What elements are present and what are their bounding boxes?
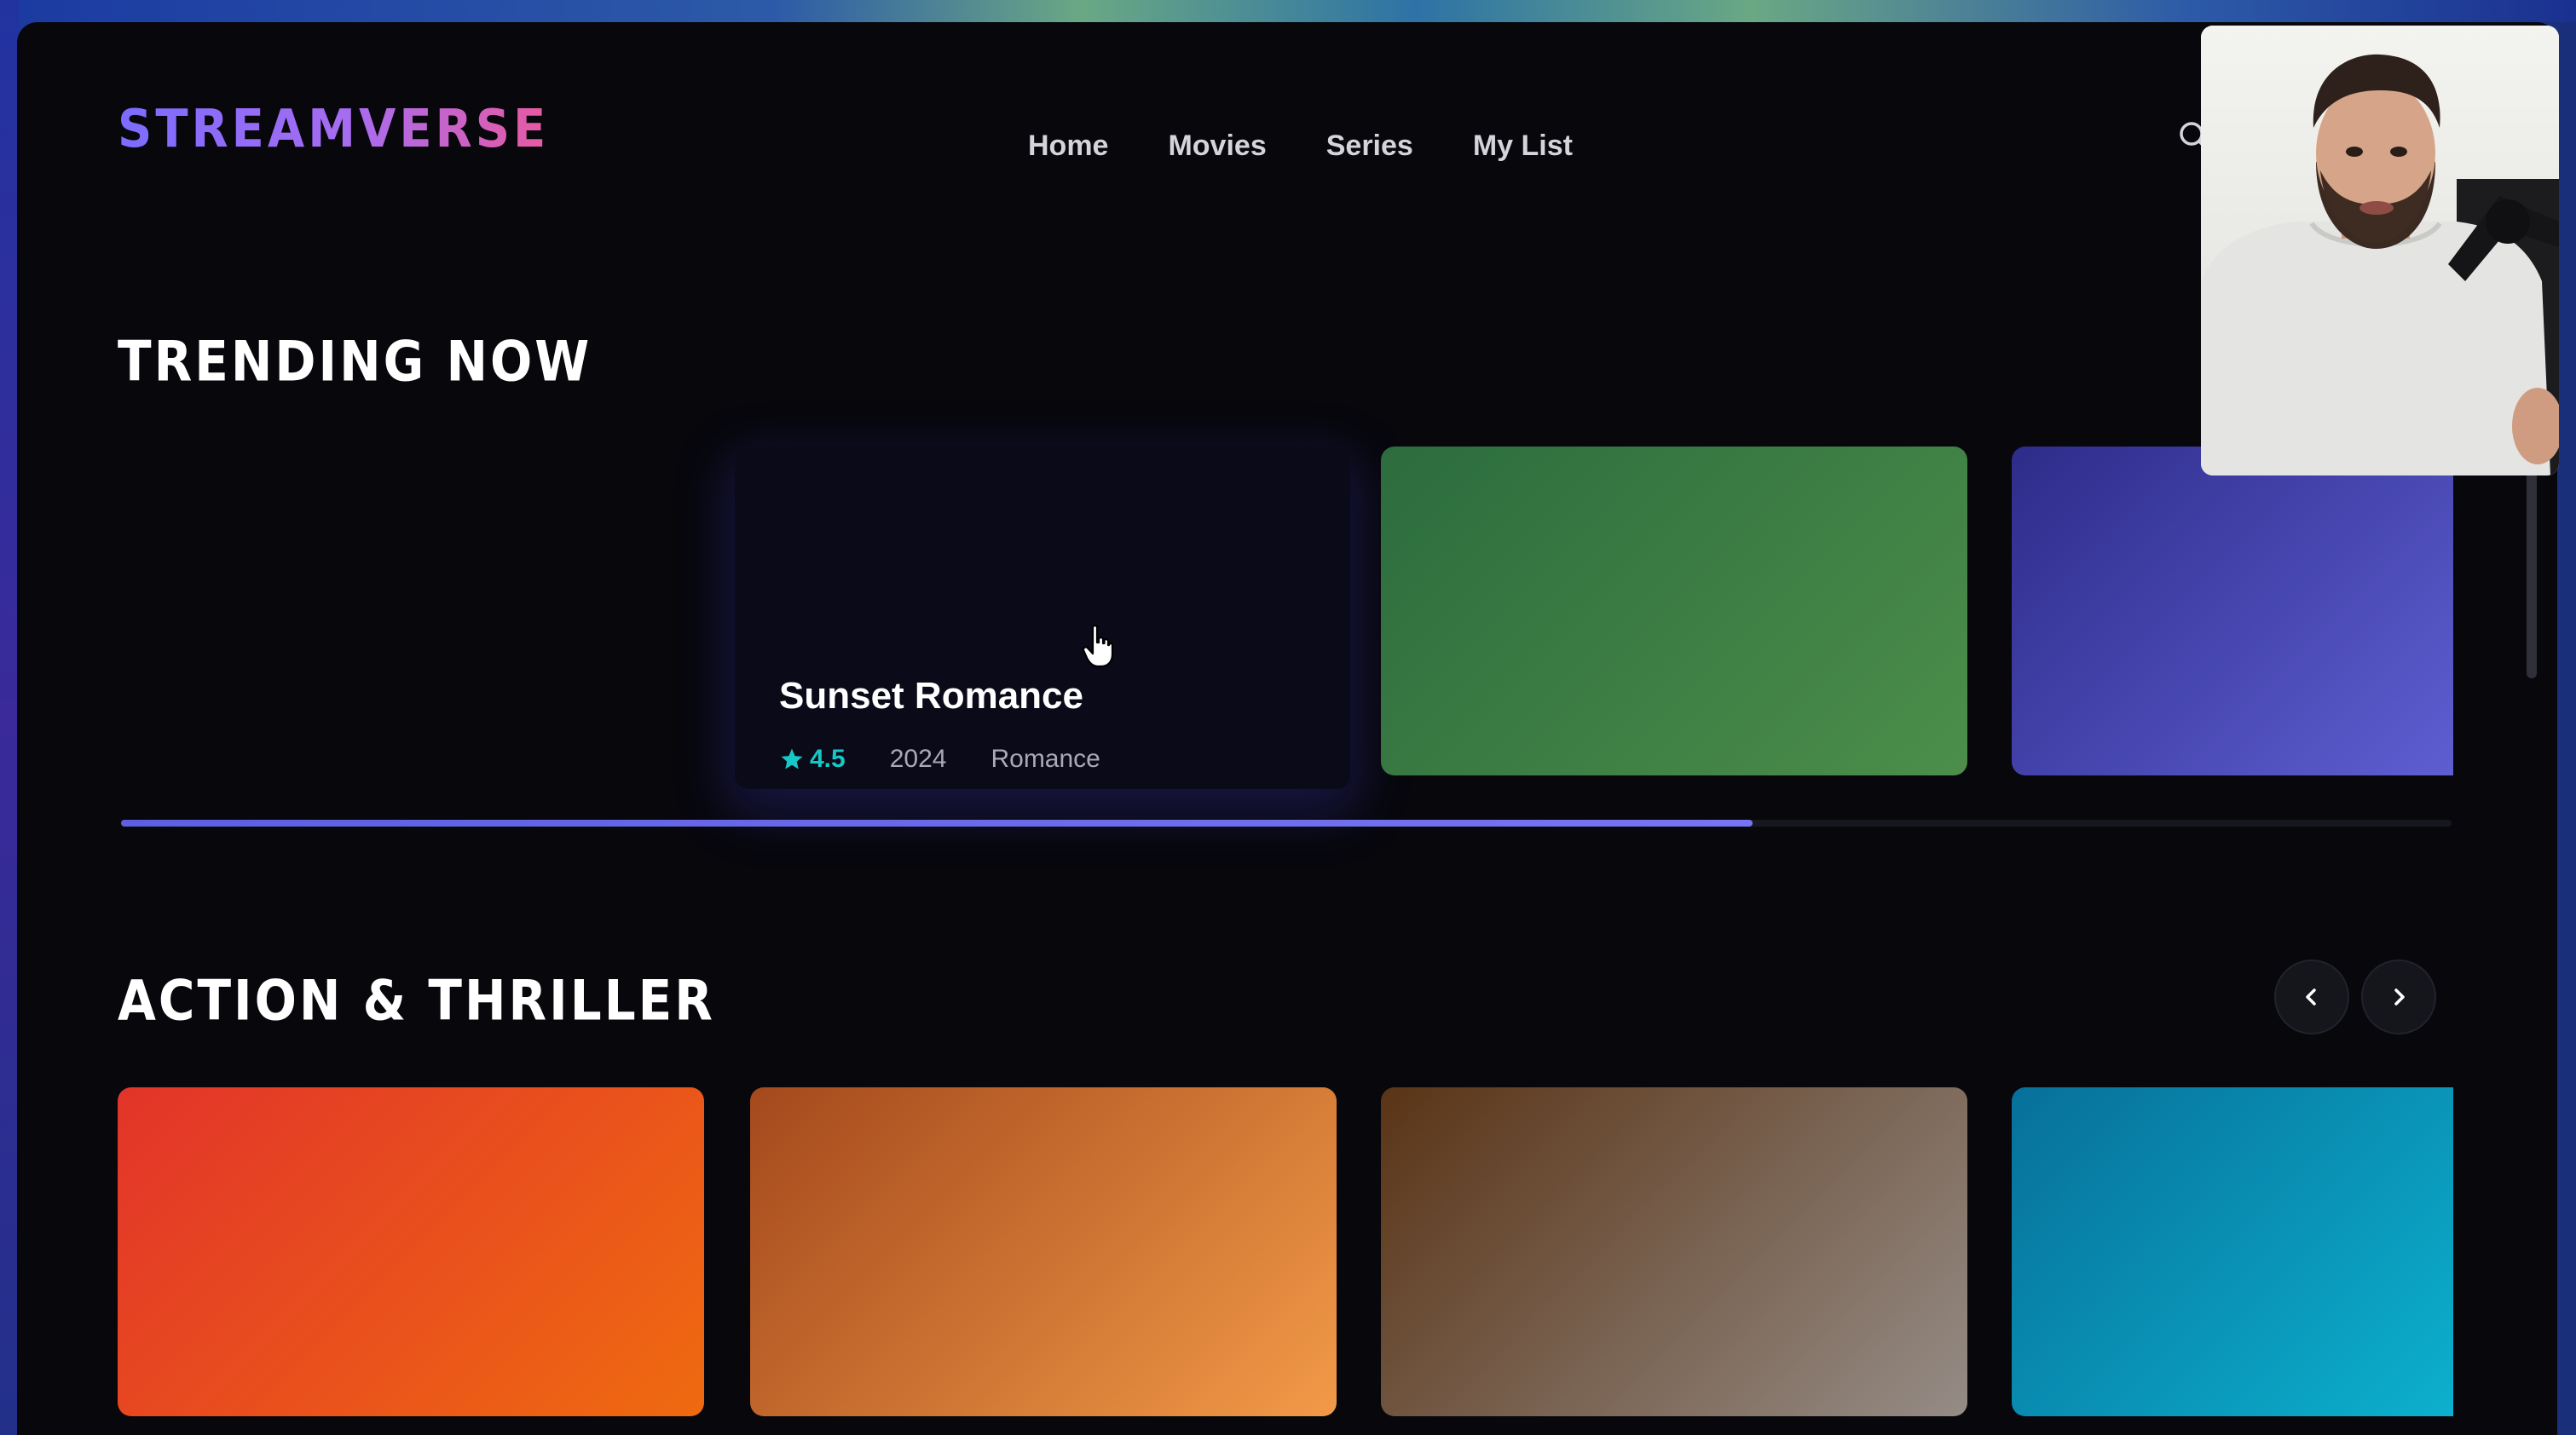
browser-window: STREAMVERSE Home Movies Series My List T…: [17, 22, 2557, 1435]
presenter-webcam-image: [2201, 26, 2559, 475]
featured-title: Sunset Romance: [779, 675, 1083, 717]
desktop-wallpaper-strip: [0, 0, 2576, 22]
desktop-background: STREAMVERSE Home Movies Series My List T…: [0, 0, 2576, 1435]
chevron-right-icon: [2394, 988, 2405, 1006]
nav-item-my-list[interactable]: My List: [1473, 130, 1573, 163]
nav-item-series[interactable]: Series: [1326, 130, 1413, 163]
carousel-progress-fill: [121, 820, 1753, 827]
nav-item-home[interactable]: Home: [1028, 130, 1108, 163]
star-icon: [781, 748, 803, 769]
trending-card-previous[interactable]: [118, 447, 704, 775]
site-logo[interactable]: STREAMVERSE: [118, 99, 549, 160]
desktop-wallpaper-edge: [0, 0, 19, 1435]
carousel-prev-button[interactable]: [2274, 960, 2349, 1034]
rating-value: 4.5: [810, 745, 846, 773]
chevron-left-icon: [2306, 988, 2316, 1006]
action-card[interactable]: [750, 1087, 1337, 1416]
featured-genre: Romance: [991, 745, 1100, 773]
featured-year: 2024: [889, 745, 947, 773]
section-title-action: ACTION & THRILLER: [118, 968, 715, 1034]
main-nav: Home Movies Series My List: [1028, 130, 1573, 163]
carousel-next-button[interactable]: [2361, 960, 2436, 1034]
action-card[interactable]: [2012, 1087, 2453, 1416]
action-card[interactable]: [118, 1087, 704, 1416]
trending-card-featured[interactable]: Sunset Romance 4.5 2024 Romance: [735, 447, 1350, 789]
carousel-progress-track: [121, 820, 2452, 827]
action-card[interactable]: [1381, 1087, 1967, 1416]
nav-item-movies[interactable]: Movies: [1168, 130, 1266, 163]
featured-meta: 4.5 2024 Romance: [779, 745, 1100, 774]
hand-cursor-icon: [1082, 625, 1114, 668]
rating-badge: 4.5: [779, 745, 846, 774]
section-title-trending: TRENDING NOW: [118, 329, 592, 395]
trending-card[interactable]: [1381, 447, 1967, 775]
webcam-overlay: [2201, 26, 2559, 475]
trending-card[interactable]: [2012, 447, 2453, 775]
